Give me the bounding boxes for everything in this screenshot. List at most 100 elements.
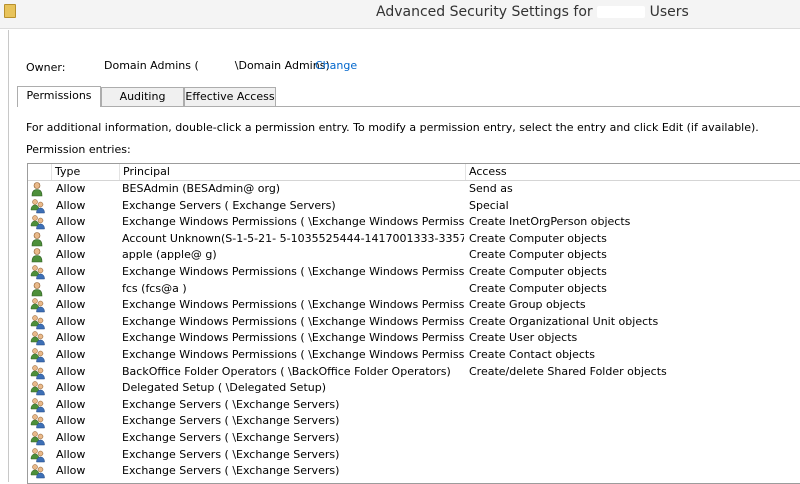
table-row[interactable]: Allow Exchange Windows Permissions ( \Exc… (28, 347, 800, 363)
column-type-header[interactable]: Type (52, 164, 120, 180)
entry-principal: Exchange Windows Permissions ( \Exchange… (122, 265, 464, 278)
change-owner-link[interactable]: Change (315, 59, 357, 72)
user-icon (30, 181, 46, 197)
permission-entries-label: Permission entries: (26, 143, 131, 156)
group-icon (30, 413, 46, 429)
entry-type: Allow (56, 231, 86, 245)
entry-access: Create Contact objects (469, 348, 595, 361)
group-icon (30, 397, 46, 413)
table-row[interactable]: Allow Exchange Windows Permissions ( \Exc… (28, 214, 800, 230)
group-icon (30, 347, 46, 363)
window-title-suffix: Users (649, 4, 689, 20)
advanced-security-dialog: Owner: Domain Admins (\Domain Admins) Ch… (8, 30, 800, 484)
entry-principal: Exchange Windows Permissions ( \Exchange… (122, 314, 464, 328)
table-row[interactable]: Allow Account Unknown(S-1-5-21- 5-1035525… (28, 231, 800, 247)
table-row[interactable]: Allow Exchange Windows Permissions ( \Exc… (28, 314, 800, 330)
group-icon (30, 297, 46, 313)
entry-type: Allow (56, 414, 86, 428)
group-icon (30, 430, 46, 446)
entry-principal: Exchange Servers ( \Exchange Servers) (122, 397, 340, 411)
redacted-region (597, 6, 646, 18)
tab-auditing[interactable]: Auditing (101, 87, 184, 106)
group-icon (30, 314, 46, 330)
table-row[interactable]: Allow Exchange Servers ( \Exchange Server… (28, 397, 800, 413)
entry-access: Send as (469, 182, 513, 195)
group-icon (30, 364, 46, 380)
table-row[interactable]: Allow Exchange Windows Permissions ( \Exc… (28, 297, 800, 313)
entry-principal: apple (apple@ g) (122, 248, 217, 262)
entry-type: Allow (56, 431, 86, 444)
redacted-region (198, 61, 235, 71)
tab-panel-border (17, 106, 800, 107)
entry-principal: fcs (fcs@a ) (122, 281, 187, 295)
entry-principal: Exchange Windows Permissions ( \Exchange… (122, 331, 464, 345)
info-text: For additional information, double-click… (26, 121, 759, 134)
permission-entries-list[interactable]: Type Principal Access Allow BESAdmin (BES… (27, 163, 800, 484)
list-header: Type Principal Access (28, 164, 800, 181)
entry-type: Allow (56, 348, 86, 361)
entry-type: Allow (56, 182, 86, 195)
table-row[interactable]: Allow apple (apple@ g) Create Computer obj… (28, 247, 800, 263)
entry-principal: BackOffice Folder Operators ( \BackOffic… (122, 364, 451, 378)
owner-label: Owner: (26, 61, 66, 74)
user-icon (30, 281, 46, 297)
entry-type: Allow (56, 464, 86, 478)
entry-principal: Exchange Servers ( \Exchange Servers) (122, 431, 340, 444)
table-row[interactable]: Allow Delegated Setup ( \Delegated Setup) (28, 380, 800, 396)
entry-type: Allow (56, 381, 86, 395)
table-row[interactable]: Allow BESAdmin (BESAdmin@ org) Send as (28, 181, 800, 197)
group-icon (30, 214, 46, 230)
entry-type: Allow (56, 314, 86, 328)
title-bar: Advanced Security Settings for Users (0, 0, 800, 29)
tab-effective-access[interactable]: Effective Access (184, 87, 276, 106)
column-access-header[interactable]: Access (466, 164, 800, 180)
entry-principal: Exchange Servers ( Exchange Servers) (122, 198, 336, 212)
table-row[interactable]: Allow BackOffice Folder Operators ( \Back… (28, 364, 800, 380)
entry-principal: Exchange Servers ( \Exchange Servers) (122, 447, 340, 461)
entry-type: Allow (56, 447, 86, 461)
group-icon (30, 330, 46, 346)
table-row[interactable]: Allow Exchange Servers ( Exchange Servers… (28, 198, 800, 214)
entry-access: Create Group objects (469, 298, 586, 312)
entry-type: Allow (56, 198, 86, 212)
entry-access: Create Organizational Unit objects (469, 314, 659, 328)
entry-principal: Delegated Setup ( \Delegated Setup) (122, 381, 327, 395)
entry-access: Create Computer objects (469, 248, 607, 262)
entry-access: Create Computer objects (469, 265, 607, 278)
user-icon (30, 231, 46, 247)
entry-type: Allow (56, 215, 86, 229)
window-title: Advanced Security Settings for Users (376, 4, 689, 20)
entry-type: Allow (56, 281, 86, 295)
group-icon (30, 463, 46, 479)
table-row[interactable]: Allow Exchange Servers ( \Exchange Server… (28, 447, 800, 463)
tab-permissions[interactable]: Permissions (17, 86, 101, 107)
group-icon (30, 264, 46, 280)
entry-principal: BESAdmin (BESAdmin@ org) (122, 182, 281, 195)
user-icon (30, 247, 46, 263)
entry-principal: Exchange Windows Permissions ( \Exchange… (122, 215, 464, 229)
entry-principal: Exchange Servers ( \Exchange Servers) (122, 414, 340, 428)
group-icon (30, 380, 46, 396)
table-row[interactable]: Allow Exchange Servers ( \Exchange Server… (28, 430, 800, 446)
table-row[interactable]: Allow fcs (fcs@a ) Create Computer objects (28, 281, 800, 297)
group-icon (30, 198, 46, 214)
folder-icon (4, 4, 16, 18)
table-row[interactable]: Allow Exchange Windows Permissions ( \Exc… (28, 330, 800, 346)
entry-type: Allow (56, 248, 86, 262)
owner-value: Domain Admins (\Domain Admins) (104, 59, 330, 72)
table-row[interactable]: Allow Exchange Windows Permissions ( \Exc… (28, 264, 800, 280)
entry-type: Allow (56, 298, 86, 312)
entry-access: Create User objects (469, 331, 578, 345)
table-row[interactable]: Allow Exchange Servers ( \Exchange Server… (28, 463, 800, 479)
entry-principal: Exchange Windows Permissions ( \Exchange… (122, 298, 464, 312)
owner-value-prefix: Domain Admins ( (104, 59, 199, 72)
column-principal-header[interactable]: Principal (120, 164, 466, 180)
entry-principal: Account Unknown(S-1-5-21- 5-1035525444-1… (122, 231, 464, 245)
entry-access: Create InetOrgPerson objects (469, 215, 631, 229)
table-row[interactable]: Allow Exchange Servers ( \Exchange Server… (28, 413, 800, 429)
column-icon-header (28, 164, 52, 180)
entry-type: Allow (56, 265, 86, 278)
entry-type: Allow (56, 364, 86, 378)
window-title-prefix: Advanced Security Settings for (376, 4, 593, 20)
entry-type: Allow (56, 397, 86, 411)
